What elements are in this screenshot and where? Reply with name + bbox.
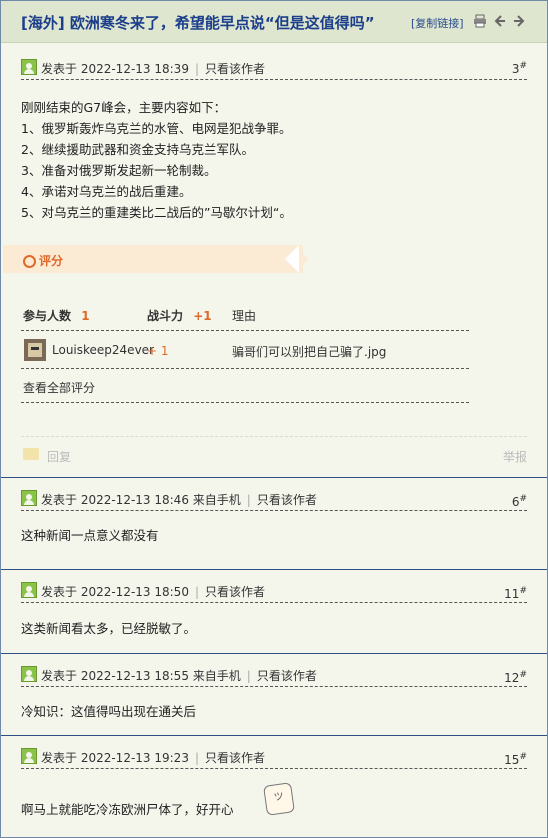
post-floor-12: 发表于 2022-12-13 18:55 来自手机 | 只看该作者 12# 冷知识：…: [1, 654, 547, 736]
post-header: 发表于 2022-12-13 18:46 来自手机 | 只看该作者 6#: [21, 490, 527, 511]
post-content: 啊马上就能吃冷冻欧洲尸体了，好开心: [21, 802, 234, 817]
reply-button[interactable]: 回复: [47, 448, 71, 465]
user-icon: [21, 582, 37, 598]
divider: [21, 368, 469, 369]
user-icon: [21, 490, 37, 506]
report-button[interactable]: 举报: [503, 448, 527, 465]
post-floor-6: 发表于 2022-12-13 18:46 来自手机 | 只看该作者 6# 这种新闻一…: [1, 478, 547, 570]
next-icon[interactable]: [512, 14, 526, 28]
content-line: 刚刚结束的G7峰会，主要内容如下：: [21, 100, 227, 115]
post-header: 发表于 2022-12-13 18:50 | 只看该作者 11#: [21, 582, 527, 603]
post-floor-15: 发表于 2022-12-13 19:23 | 只看该作者 15# 啊马上就能吃冷冻欧…: [1, 736, 547, 837]
user-icon: [21, 666, 37, 682]
post-date: 发表于 2022-12-13 18:55 来自手机: [41, 669, 241, 683]
content-line: 3、准备对俄罗斯发起新一轮制裁。: [21, 163, 217, 178]
floor-number: 3#: [511, 61, 527, 76]
rating-participants-header: 参与人数 1: [23, 309, 90, 323]
post-floor-11: 发表于 2022-12-13 18:50 | 只看该作者 11# 这类新闻看太多，已…: [1, 570, 547, 654]
rater-avatar[interactable]: [24, 339, 46, 361]
floor-number: 12#: [504, 670, 527, 685]
only-author-link[interactable]: 只看该作者: [205, 62, 265, 76]
floor-number: 15#: [504, 752, 527, 767]
post-header: 发表于 2022-12-13 18:55 来自手机 | 只看该作者 12#: [21, 666, 527, 687]
post-content: 这种新闻一点意义都没有: [21, 528, 159, 543]
post-date: 发表于 2022-12-13 18:39: [41, 62, 189, 76]
rating-reason-header: 理由: [232, 309, 257, 323]
user-icon: [21, 748, 37, 764]
rater-reason: 骗哥们可以别把自己骗了.jpg: [232, 345, 387, 359]
only-author-link[interactable]: 只看该作者: [257, 493, 317, 507]
only-author-link[interactable]: 只看该作者: [257, 669, 317, 683]
post-content: 刚刚结束的G7峰会，主要内容如下： 1、俄罗斯轰炸乌克兰的水管、电网是犯战争罪。…: [21, 97, 292, 223]
content-line: 4、承诺对乌克兰的战后重建。: [21, 184, 192, 199]
divider: [21, 330, 469, 331]
only-author-link[interactable]: 只看该作者: [205, 751, 265, 765]
print-icon[interactable]: [473, 14, 487, 28]
content-line: 5、对乌克兰的重建类比二战后的”马歇尔计划“。: [21, 205, 292, 220]
smiley-emoji-icon: ツ: [263, 782, 295, 816]
post-content: 冷知识：这值得吗出现在通关后: [21, 704, 197, 719]
power-total: +1: [193, 309, 212, 323]
rater-username[interactable]: Louiskeep24ever: [52, 343, 154, 357]
post-date: 发表于 2022-12-13 19:23: [41, 751, 189, 765]
thread-frame: [海外] 欧洲寒冬来了，希望能早点说“但是这值得吗” [复制链接] 发表于 20…: [0, 0, 548, 838]
reply-icon[interactable]: [23, 448, 39, 460]
rating-banner-notch: [285, 245, 299, 273]
copy-link-button[interactable]: [复制链接]: [411, 15, 464, 31]
post-header: 发表于 2022-12-13 19:23 | 只看该作者 15#: [21, 748, 527, 769]
thread-title: [海外] 欧洲寒冬来了，希望能早点说“但是这值得吗”: [21, 14, 375, 32]
user-icon: [21, 59, 37, 75]
post-content: 这类新闻看太多，已经脱敏了。: [21, 621, 197, 636]
rating-label: 评分: [39, 254, 64, 268]
floor-number: 6#: [511, 494, 527, 509]
view-all-ratings-link[interactable]: 查看全部评分: [23, 379, 95, 396]
participants-count: 1: [81, 309, 90, 323]
divider: [21, 402, 469, 403]
post-date: 发表于 2022-12-13 18:50: [41, 585, 189, 599]
thread-title-bar: [海外] 欧洲寒冬来了，希望能早点说“但是这值得吗” [复制链接]: [1, 1, 547, 43]
post-header: 发表于 2022-12-13 18:39 | 只看该作者 3#: [21, 59, 527, 80]
rating-circle-icon: [23, 255, 36, 268]
rating-power-header: 战斗力 +1: [147, 309, 212, 323]
post-actions: 回复 举报: [21, 436, 527, 477]
post-date: 发表于 2022-12-13 18:46 来自手机: [41, 493, 241, 507]
rater-power: + 1: [147, 344, 169, 358]
content-line: 2、继续援助武器和资金支持乌克兰军队。: [21, 142, 254, 157]
content-line: 1、俄罗斯轰炸乌克兰的水管、电网是犯战争罪。: [21, 121, 292, 136]
prev-icon[interactable]: [493, 14, 507, 28]
floor-number: 11#: [504, 586, 527, 601]
only-author-link[interactable]: 只看该作者: [205, 585, 265, 599]
